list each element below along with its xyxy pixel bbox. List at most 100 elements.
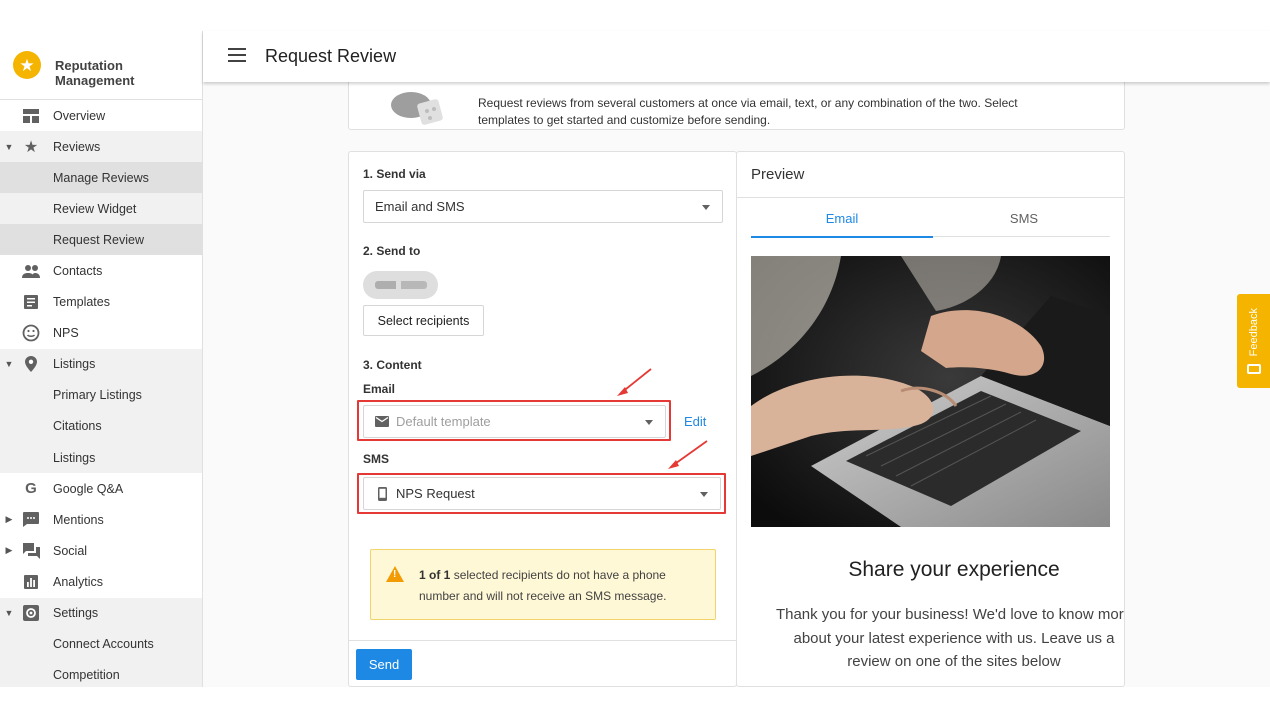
annotation-arrowhead-sms bbox=[668, 460, 679, 469]
sidebar-item-reviews[interactable]: ▼ ★ Reviews bbox=[0, 131, 202, 163]
main-content: Request reviews from several customers a… bbox=[203, 52, 1270, 687]
laptop-hero-image bbox=[751, 256, 1110, 527]
feedback-icon bbox=[1246, 364, 1261, 375]
tab-email[interactable]: Email bbox=[751, 198, 933, 238]
tab-active-indicator bbox=[751, 236, 933, 238]
brand: ★ Reputation Management bbox=[0, 31, 202, 100]
annotation-arrowhead-email bbox=[617, 387, 628, 396]
email-label: Email bbox=[363, 382, 396, 396]
smiley-icon bbox=[21, 323, 41, 343]
dropdown-arrow-icon bbox=[700, 492, 708, 497]
feedback-tab[interactable]: Feedback bbox=[1237, 294, 1270, 388]
sidebar-item-google-qa[interactable]: G Google Q&A bbox=[0, 473, 202, 504]
request-form-card: 1. Send via Email and SMS 2. Send to Sel… bbox=[348, 151, 737, 687]
template-icon bbox=[21, 292, 41, 312]
email-template-placeholder: Default template bbox=[396, 414, 491, 429]
sidebar-item-analytics[interactable]: Analytics bbox=[0, 566, 202, 597]
preview-card: Preview Email SMS Share your experience … bbox=[736, 151, 1125, 687]
intro-description: Request reviews from several customers a… bbox=[478, 96, 1018, 127]
caret-right-icon[interactable]: ▶ bbox=[4, 545, 14, 556]
app-header: Request Review bbox=[203, 31, 1270, 82]
sidebar-item-label: Primary Listings bbox=[53, 388, 142, 403]
form-footer-divider bbox=[349, 640, 736, 641]
comment-icon bbox=[21, 510, 41, 530]
sidebar-item-label: NPS bbox=[53, 326, 79, 341]
warning-message: selected recipients do not have a phone … bbox=[419, 568, 667, 603]
sidebar-item-request-review[interactable]: Request Review bbox=[0, 224, 202, 256]
email-template-select[interactable]: Default template bbox=[363, 405, 666, 438]
recipient-chip[interactable] bbox=[363, 271, 438, 299]
top-strip bbox=[0, 0, 1270, 31]
caret-down-icon[interactable]: ▼ bbox=[4, 359, 14, 369]
location-icon bbox=[21, 354, 41, 374]
sidebar-item-settings[interactable]: ▼ Settings bbox=[0, 597, 202, 629]
sidebar-item-mentions[interactable]: ▶ Mentions bbox=[0, 504, 202, 535]
sidebar-item-label: Google Q&A bbox=[53, 481, 124, 496]
email-icon bbox=[375, 415, 389, 429]
sidebar-item-label: Listings bbox=[53, 450, 96, 465]
forum-icon bbox=[21, 541, 41, 561]
send-button[interactable]: Send bbox=[356, 649, 412, 680]
caret-down-icon[interactable]: ▼ bbox=[4, 142, 14, 152]
sidebar-item-primary-listings[interactable]: Primary Listings bbox=[0, 379, 202, 411]
sidebar-item-label: Manage Reviews bbox=[53, 170, 149, 185]
sidebar-item-connect-accounts[interactable]: Connect Accounts bbox=[0, 628, 202, 660]
sidebar: ★ Reputation Management Overview ▼ ★ Rev… bbox=[0, 31, 203, 687]
sidebar-nav: Overview ▼ ★ Reviews Manage Reviews Revi… bbox=[0, 100, 202, 687]
blurred-recipient-name bbox=[374, 281, 427, 289]
warning-text: 1 of 1 selected recipients do not have a… bbox=[419, 565, 689, 607]
brand-name: Reputation Management bbox=[55, 58, 135, 88]
sidebar-item-overview[interactable]: Overview bbox=[0, 100, 202, 131]
sidebar-item-listings-sub[interactable]: Listings bbox=[0, 442, 202, 474]
sidebar-item-label: Listings bbox=[53, 357, 96, 372]
bottom-strip bbox=[0, 687, 1270, 720]
sidebar-item-label: Templates bbox=[53, 295, 110, 310]
star-icon: ★ bbox=[23, 138, 39, 156]
sidebar-item-label: Review Widget bbox=[53, 201, 137, 216]
send-via-select[interactable]: Email and SMS bbox=[363, 190, 723, 223]
sidebar-item-label: Analytics bbox=[53, 574, 104, 589]
caret-right-icon[interactable]: ▶ bbox=[4, 514, 14, 525]
page-title: Request Review bbox=[265, 46, 397, 66]
sidebar-item-label: Competition bbox=[53, 668, 120, 683]
sms-template-select[interactable]: NPS Request bbox=[363, 477, 721, 510]
people-icon bbox=[21, 261, 41, 281]
annotation-arrow-email bbox=[620, 368, 652, 394]
app-window: ★ Reputation Management Overview ▼ ★ Rev… bbox=[0, 0, 1270, 720]
sidebar-item-nps[interactable]: NPS bbox=[0, 318, 202, 349]
google-icon: G bbox=[25, 480, 37, 498]
annotation-arrow-sms bbox=[671, 440, 708, 467]
hamburger-menu-icon[interactable] bbox=[228, 48, 246, 62]
sidebar-item-competition[interactable]: Competition bbox=[0, 659, 202, 687]
sidebar-item-label: Reviews bbox=[53, 139, 101, 154]
caret-down-icon[interactable]: ▼ bbox=[4, 608, 14, 618]
gear-icon bbox=[21, 603, 41, 623]
sidebar-item-label: Connect Accounts bbox=[53, 637, 154, 652]
megaphone-illustration-icon bbox=[389, 89, 447, 129]
bar-chart-icon bbox=[21, 572, 41, 592]
select-recipients-button[interactable]: Select recipients bbox=[363, 305, 484, 336]
sidebar-item-templates[interactable]: Templates bbox=[0, 287, 202, 318]
send-via-label: 1. Send via bbox=[363, 167, 426, 181]
send-via-value: Email and SMS bbox=[375, 199, 465, 214]
email-preview-body: Thank you for your business! We'd love t… bbox=[775, 606, 1125, 670]
send-to-label: 2. Send to bbox=[363, 244, 421, 258]
sidebar-item-label: Mentions bbox=[53, 512, 104, 527]
sidebar-item-contacts[interactable]: Contacts bbox=[0, 255, 202, 286]
feedback-label: Feedback bbox=[1247, 307, 1260, 357]
sms-label: SMS bbox=[363, 452, 390, 466]
tab-sms[interactable]: SMS bbox=[933, 198, 1115, 238]
sidebar-item-social[interactable]: ▶ Social bbox=[0, 535, 202, 566]
edit-email-template-link[interactable]: Edit bbox=[684, 414, 706, 429]
sidebar-item-listings[interactable]: ▼ Listings bbox=[0, 348, 202, 380]
sidebar-item-label: Overview bbox=[53, 108, 106, 123]
sidebar-item-manage-reviews[interactable]: Manage Reviews bbox=[0, 162, 202, 194]
sidebar-item-review-widget[interactable]: Review Widget bbox=[0, 193, 202, 225]
sidebar-item-citations[interactable]: Citations bbox=[0, 410, 202, 443]
preview-title: Preview bbox=[751, 166, 805, 183]
sidebar-item-label: Settings bbox=[53, 606, 99, 621]
email-preview-headline: Share your experience bbox=[848, 558, 1060, 581]
sidebar-item-label: Social bbox=[53, 543, 88, 558]
content-label: 3. Content bbox=[363, 358, 422, 372]
dropdown-arrow-icon bbox=[702, 205, 710, 210]
